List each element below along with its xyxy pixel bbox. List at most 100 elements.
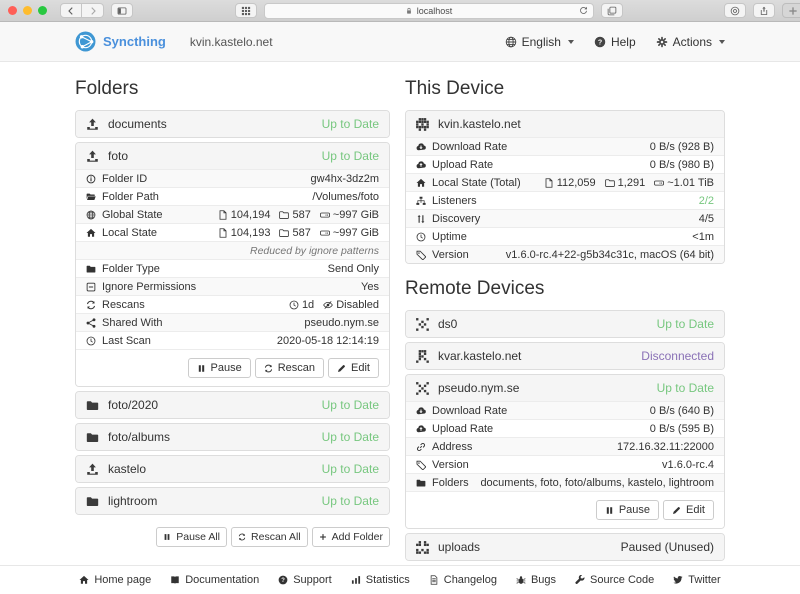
brand-link[interactable]: Syncthing [103, 34, 166, 49]
forward-icon [88, 6, 98, 16]
pause-all-folders-button[interactable]: Pause All [156, 527, 227, 547]
tag-icon [416, 250, 426, 260]
detail-label: Folder Type [102, 263, 160, 275]
button-label: Edit [351, 362, 370, 374]
pencil-icon [337, 364, 346, 373]
detail-label: Address [432, 441, 472, 453]
device-header-ds0[interactable]: ds0 Up to Date [406, 311, 724, 337]
browser-tab-overview-button[interactable] [601, 3, 623, 18]
folder-panel-foto-2020: foto/2020 Up to Date [75, 391, 390, 419]
browser-new-tab-button[interactable] [782, 3, 800, 18]
button-label: Pause All [176, 531, 220, 543]
this-device-details: Download Rate 0 B/s (928 B) Upload Rate … [406, 137, 724, 263]
detail-row-listeners: Listeners 2/2 [406, 191, 724, 209]
version-value: v1.6.0-rc.4+22-g5b34c31c, macOS (64 bit) [506, 249, 714, 261]
folder-header-foto[interactable]: foto Up to Date [76, 143, 389, 169]
pause-button[interactable]: Pause [188, 358, 251, 378]
footer-link-support[interactable]: ? Support [278, 574, 332, 586]
detail-value: /Volumes/foto [312, 191, 379, 203]
screen: localhost Syncthing kvin.kastelo.net Eng… [0, 0, 800, 594]
footer-link-twitter[interactable]: Twitter [673, 574, 720, 586]
device-status: Disconnected [641, 349, 714, 363]
browser-share-button[interactable] [753, 3, 775, 18]
folder-header-lightroom[interactable]: lightroom Up to Date [76, 488, 389, 514]
eye-slash-icon [323, 300, 333, 310]
syncthing-navbar: Syncthing kvin.kastelo.net English ? Hel… [0, 22, 800, 62]
pause-device-button[interactable]: Pause [596, 500, 659, 520]
pseudo-button-row: Pause Edit [406, 491, 724, 528]
device-header-pseudo[interactable]: pseudo.nym.se Up to Date [406, 375, 724, 401]
detail-value: 0 B/s (928 B) [650, 141, 714, 153]
footer-link-home[interactable]: Home page [79, 574, 151, 586]
actions-dropdown[interactable]: Actions [656, 35, 725, 49]
button-label: Edit [686, 504, 705, 516]
browser-favorites-button[interactable] [235, 3, 257, 18]
help-icon: ? [594, 36, 606, 48]
svg-text:?: ? [281, 578, 285, 584]
book-icon [170, 575, 180, 585]
device-identicon [416, 350, 429, 363]
folder-header-documents[interactable]: documents Up to Date [76, 111, 389, 137]
detail-label: Local State (Total) [432, 177, 521, 189]
footer-label: Documentation [185, 574, 259, 586]
rescan-interval: 1d [302, 299, 314, 311]
question-icon: ? [278, 575, 288, 585]
folder-icon [86, 264, 96, 274]
rescan-all-button[interactable]: Rescan All [231, 527, 308, 547]
footer-label: Support [293, 574, 332, 586]
detail-label: Folder Path [102, 191, 159, 203]
browser-address-bar[interactable]: localhost [264, 3, 594, 19]
pause-icon [197, 364, 206, 373]
browser-forward-button[interactable] [82, 3, 104, 18]
bug-icon [516, 575, 526, 585]
folder-header-foto-2020[interactable]: foto/2020 Up to Date [76, 392, 389, 418]
actions-label: Actions [673, 35, 712, 49]
link-icon [416, 442, 426, 452]
device-header-kvar[interactable]: kvar.kastelo.net Disconnected [406, 343, 724, 369]
footer-link-bugs[interactable]: Bugs [516, 574, 556, 586]
device-status: Up to Date [657, 317, 714, 331]
detail-value: 0 B/s (980 B) [650, 159, 714, 171]
this-device-header[interactable]: kvin.kastelo.net [406, 111, 724, 137]
footer-link-documentation[interactable]: Documentation [170, 574, 259, 586]
upload-icon [86, 118, 99, 131]
close-window-button[interactable] [8, 6, 17, 15]
language-dropdown[interactable]: English [505, 35, 574, 49]
zoom-window-button[interactable] [38, 6, 47, 15]
clock-icon [416, 232, 426, 242]
rescan-button[interactable]: Rescan [255, 358, 324, 378]
grid-icon [241, 6, 251, 16]
add-folder-button[interactable]: Add Folder [312, 527, 390, 547]
footer-link-changelog[interactable]: Changelog [429, 574, 497, 586]
home-icon [416, 178, 426, 188]
size-value: ~997 GiB [333, 227, 379, 239]
device-status: Up to Date [657, 381, 714, 395]
button-label: Pause [619, 504, 650, 516]
folder-header-foto-albums[interactable]: foto/albums Up to Date [76, 424, 389, 450]
folder-header-kastelo[interactable]: kastelo Up to Date [76, 456, 389, 482]
folder-icon [86, 431, 99, 444]
browser-back-button[interactable] [60, 3, 82, 18]
folder-open-icon [86, 192, 96, 202]
detail-label: Version [432, 249, 469, 261]
footer-link-statistics[interactable]: Statistics [351, 574, 410, 586]
device-identicon [416, 118, 429, 131]
reload-icon[interactable] [579, 6, 588, 15]
minimize-window-button[interactable] [23, 6, 32, 15]
reduced-by-ignore-note: Reduced by ignore patterns [76, 241, 389, 259]
detail-row-local-state: Local State 104,193 587 ~997 GiB [76, 223, 389, 241]
help-link[interactable]: ? Help [594, 35, 636, 49]
edit-button[interactable]: Edit [328, 358, 379, 378]
pencil-icon [672, 506, 681, 515]
detail-label: Upload Rate [432, 159, 493, 171]
browser-chrome: localhost [0, 0, 800, 22]
footer: Home page Documentation ? Support Statist… [0, 565, 800, 594]
browser-privacy-button[interactable] [724, 3, 746, 18]
back-icon [66, 6, 76, 16]
footer-link-source-code[interactable]: Source Code [575, 574, 654, 586]
edit-device-button[interactable]: Edit [663, 500, 714, 520]
device-name: kvin.kastelo.net [438, 117, 521, 131]
browser-sidebar-button[interactable] [111, 3, 133, 18]
detail-value: Yes [361, 281, 379, 293]
device-header-uploads[interactable]: uploads Paused (Unused) [406, 534, 724, 560]
